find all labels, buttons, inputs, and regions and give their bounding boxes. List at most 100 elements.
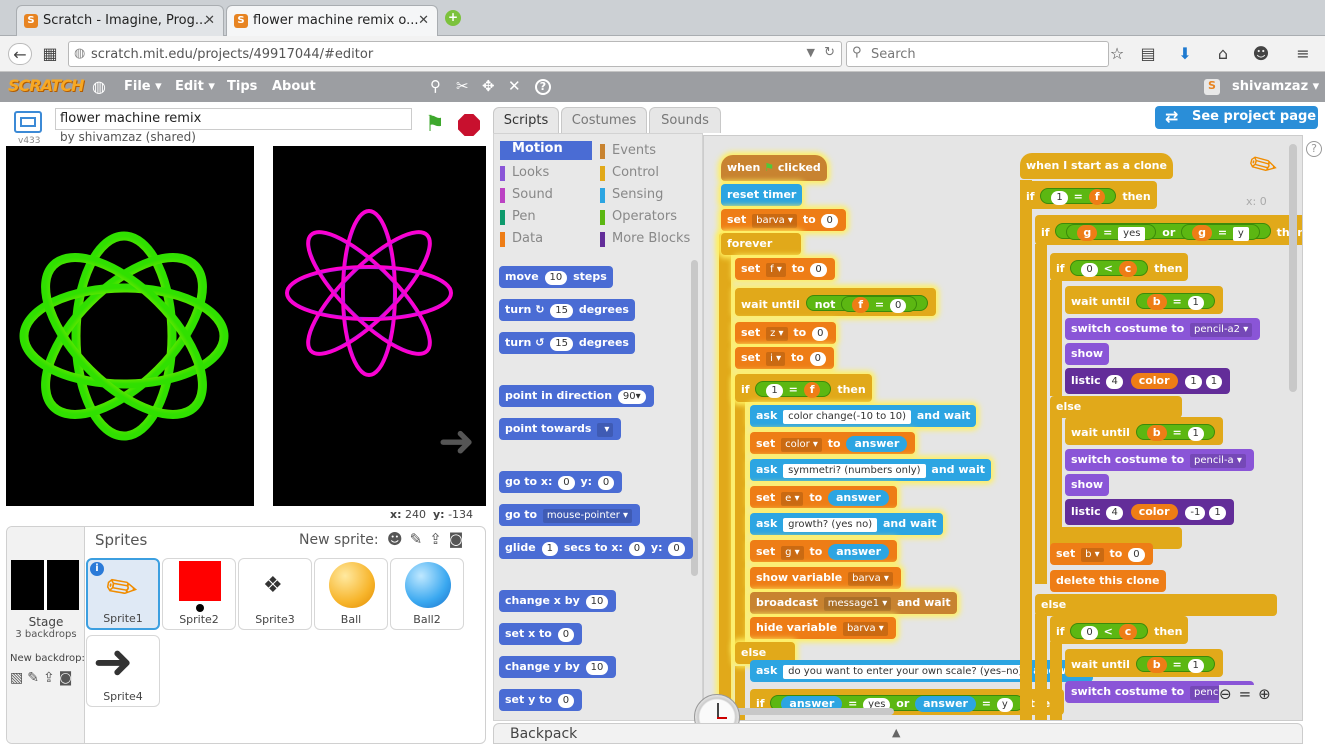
block-when-flag-clicked[interactable]: when ⚑ clicked [721, 155, 827, 181]
block-set-z[interactable]: set z ▾ to 0 [735, 322, 837, 344]
block-change-x[interactable]: change x by 10 [499, 590, 617, 612]
category-motion[interactable]: Motion [500, 141, 592, 160]
cut-scissors-icon[interactable]: ✂ [456, 77, 469, 95]
script-area[interactable]: when ⚑ clicked reset timer set barva ▾ t… [703, 135, 1303, 721]
user-menu[interactable]: shivamzaz ▾ [1232, 79, 1319, 94]
sprite-thumb-sprite4[interactable]: ➜ Sprite4 [86, 634, 160, 707]
zoom-controls[interactable]: ⊖=⊕ [1219, 685, 1278, 703]
info-icon[interactable]: i [90, 562, 104, 576]
tab-costumes[interactable]: Costumes [561, 107, 647, 133]
close-tab-icon[interactable]: ✕ [204, 13, 215, 28]
block-set-barva[interactable]: set barva ▾ to 0 [721, 209, 846, 231]
block-go-to[interactable]: go to mouse-pointer ▾ [499, 504, 641, 526]
reading-list-icon[interactable]: ▤ [1136, 43, 1160, 65]
dropdown-icon[interactable]: ▼ [807, 46, 815, 59]
block-switch-costume-a[interactable]: switch costume to pencil-a ▾ [1065, 449, 1254, 471]
arrow-sprite-icon[interactable]: ➜ [438, 416, 475, 467]
block-wait-until-b[interactable]: wait until b = 1 [1065, 649, 1223, 677]
block-if-then[interactable]: if 1 = f then [735, 374, 872, 402]
block-glide[interactable]: glide 1 secs to x: 0 y: 0 [499, 537, 693, 559]
tab-sounds[interactable]: Sounds [649, 107, 721, 133]
block-if-lt-c[interactable]: if 0 < c then [1050, 253, 1189, 281]
bookmark-star-icon[interactable]: ☆ [1105, 43, 1129, 65]
menu-icon[interactable]: ≡ [1291, 43, 1315, 65]
block-point-in-direction[interactable]: point in direction 90▾ [499, 385, 654, 407]
category-more-blocks[interactable]: More Blocks [600, 231, 690, 247]
block-show[interactable]: show [1065, 474, 1110, 496]
block-go-to-xy[interactable]: go to x: 0 y: 0 [499, 471, 623, 493]
block-if-g-or[interactable]: if g = yes or g = y then [1035, 215, 1302, 245]
block-point-towards[interactable]: point towards ▾ [499, 418, 622, 440]
download-icon[interactable]: ⬇ [1173, 43, 1197, 65]
block-broadcast[interactable]: broadcast message1 ▾ and wait [750, 592, 957, 614]
language-globe-icon[interactable]: ◍ [92, 77, 106, 96]
block-wait-until-b[interactable]: wait until b = 1 [1065, 286, 1223, 314]
block-else[interactable]: else [1050, 396, 1182, 418]
block-ask-symmetri[interactable]: ask symmetri? (numbers only) and wait [750, 459, 991, 481]
category-events[interactable]: Events [600, 143, 656, 159]
block-delete-clone[interactable]: delete this clone [1050, 570, 1166, 592]
shrink-icon[interactable]: ✕ [508, 77, 521, 95]
menu-edit[interactable]: Edit ▾ [175, 79, 215, 94]
block-set-g[interactable]: set g ▾ to answer [750, 540, 898, 562]
browser-tab[interactable]: S Scratch - Imagine, Prog... ✕ [16, 5, 224, 36]
scratch-logo[interactable]: SCRATCH [8, 76, 84, 95]
stage-canvas[interactable]: ➜ [6, 146, 486, 506]
block-if-lt-c[interactable]: if 0 < c then [1050, 616, 1189, 644]
reload-icon[interactable]: ↻ [824, 45, 835, 60]
new-backdrop-icons[interactable]: ▧✎⇪◙ [10, 670, 76, 686]
block-when-start-as-clone[interactable]: when I start as a clone [1020, 153, 1173, 179]
palette-scrollbar[interactable] [691, 260, 698, 576]
help-icon[interactable]: ? [535, 79, 551, 95]
sprite-thumb-sprite2[interactable]: Sprite2 [162, 558, 236, 630]
search-input[interactable]: ⚲ Search [846, 41, 1109, 67]
project-title-input[interactable]: flower machine remix [55, 108, 412, 130]
browser-tab-active[interactable]: S flower machine remix o... ✕ [226, 5, 438, 36]
sprite-thumb-sprite1[interactable]: i ✏ Sprite1 [86, 558, 160, 630]
tab-scripts[interactable]: Scripts [493, 107, 559, 133]
category-control[interactable]: Control [600, 165, 659, 181]
grow-icon[interactable]: ✥ [482, 77, 495, 95]
backpack-bar[interactable]: Backpack ▲ [493, 723, 1303, 744]
block-turn-left[interactable]: turn ↺ 15 degrees [499, 332, 635, 354]
sprite-thumb-ball[interactable]: Ball [314, 558, 388, 630]
sprite-thumb-ball2[interactable]: Ball2 [390, 558, 464, 630]
category-sensing[interactable]: Sensing [600, 187, 663, 203]
block-set-b[interactable]: set b ▾ to 0 [1050, 543, 1153, 565]
block-ask-growth[interactable]: ask growth? (yes no) and wait [750, 513, 943, 535]
menu-tips[interactable]: Tips [227, 79, 257, 94]
block-set-y[interactable]: set y to 0 [499, 689, 583, 711]
menu-about[interactable]: About [272, 79, 316, 94]
page-grid-icon[interactable]: ▦ [38, 43, 62, 65]
category-looks[interactable]: Looks [500, 165, 549, 181]
block-wait-until[interactable]: wait until not f = 0 [735, 288, 937, 316]
block-set-i[interactable]: set i ▾ to 0 [735, 347, 834, 369]
see-project-page-button[interactable]: ⇄ See project page [1155, 106, 1318, 129]
category-operators[interactable]: Operators [600, 209, 677, 225]
block-show[interactable]: show [1065, 343, 1110, 365]
new-tab-icon[interactable]: + [445, 10, 461, 26]
sprite-thumb-sprite3[interactable]: ❖ Sprite3 [238, 558, 312, 630]
block-listic[interactable]: listic 4 color 11 [1065, 368, 1231, 394]
stop-sign-icon[interactable] [458, 114, 480, 136]
script-vertical-scrollbar[interactable] [1289, 144, 1297, 392]
block-change-y[interactable]: change y by 10 [499, 656, 617, 678]
chat-icon[interactable]: ☻ [1249, 43, 1273, 65]
block-else[interactable]: else [1035, 594, 1277, 616]
block-wait-until-b[interactable]: wait until b = 1 [1065, 417, 1223, 445]
block-switch-costume-a2[interactable]: switch costume to pencil-a2 ▾ [1065, 318, 1261, 340]
category-sound[interactable]: Sound [500, 187, 553, 203]
stage-thumbnail[interactable] [11, 560, 79, 610]
block-if-f[interactable]: if 1 = f then [1020, 181, 1157, 209]
home-icon[interactable]: ⌂ [1211, 43, 1235, 65]
block-listic[interactable]: listic 4 color -1 1 [1065, 499, 1234, 525]
fullscreen-icon[interactable] [14, 111, 42, 133]
category-data[interactable]: Data [500, 231, 543, 247]
category-pen[interactable]: Pen [500, 209, 536, 225]
expand-up-icon[interactable]: ▲ [892, 726, 900, 739]
block-set-e[interactable]: set e ▾ to answer [750, 486, 897, 508]
block-move-steps[interactable]: move 10 steps [499, 266, 613, 288]
block-turn-right[interactable]: turn ↻ 15 degrees [499, 299, 635, 321]
back-icon[interactable]: ← [8, 43, 32, 65]
block-reset-timer[interactable]: reset timer [721, 184, 803, 206]
